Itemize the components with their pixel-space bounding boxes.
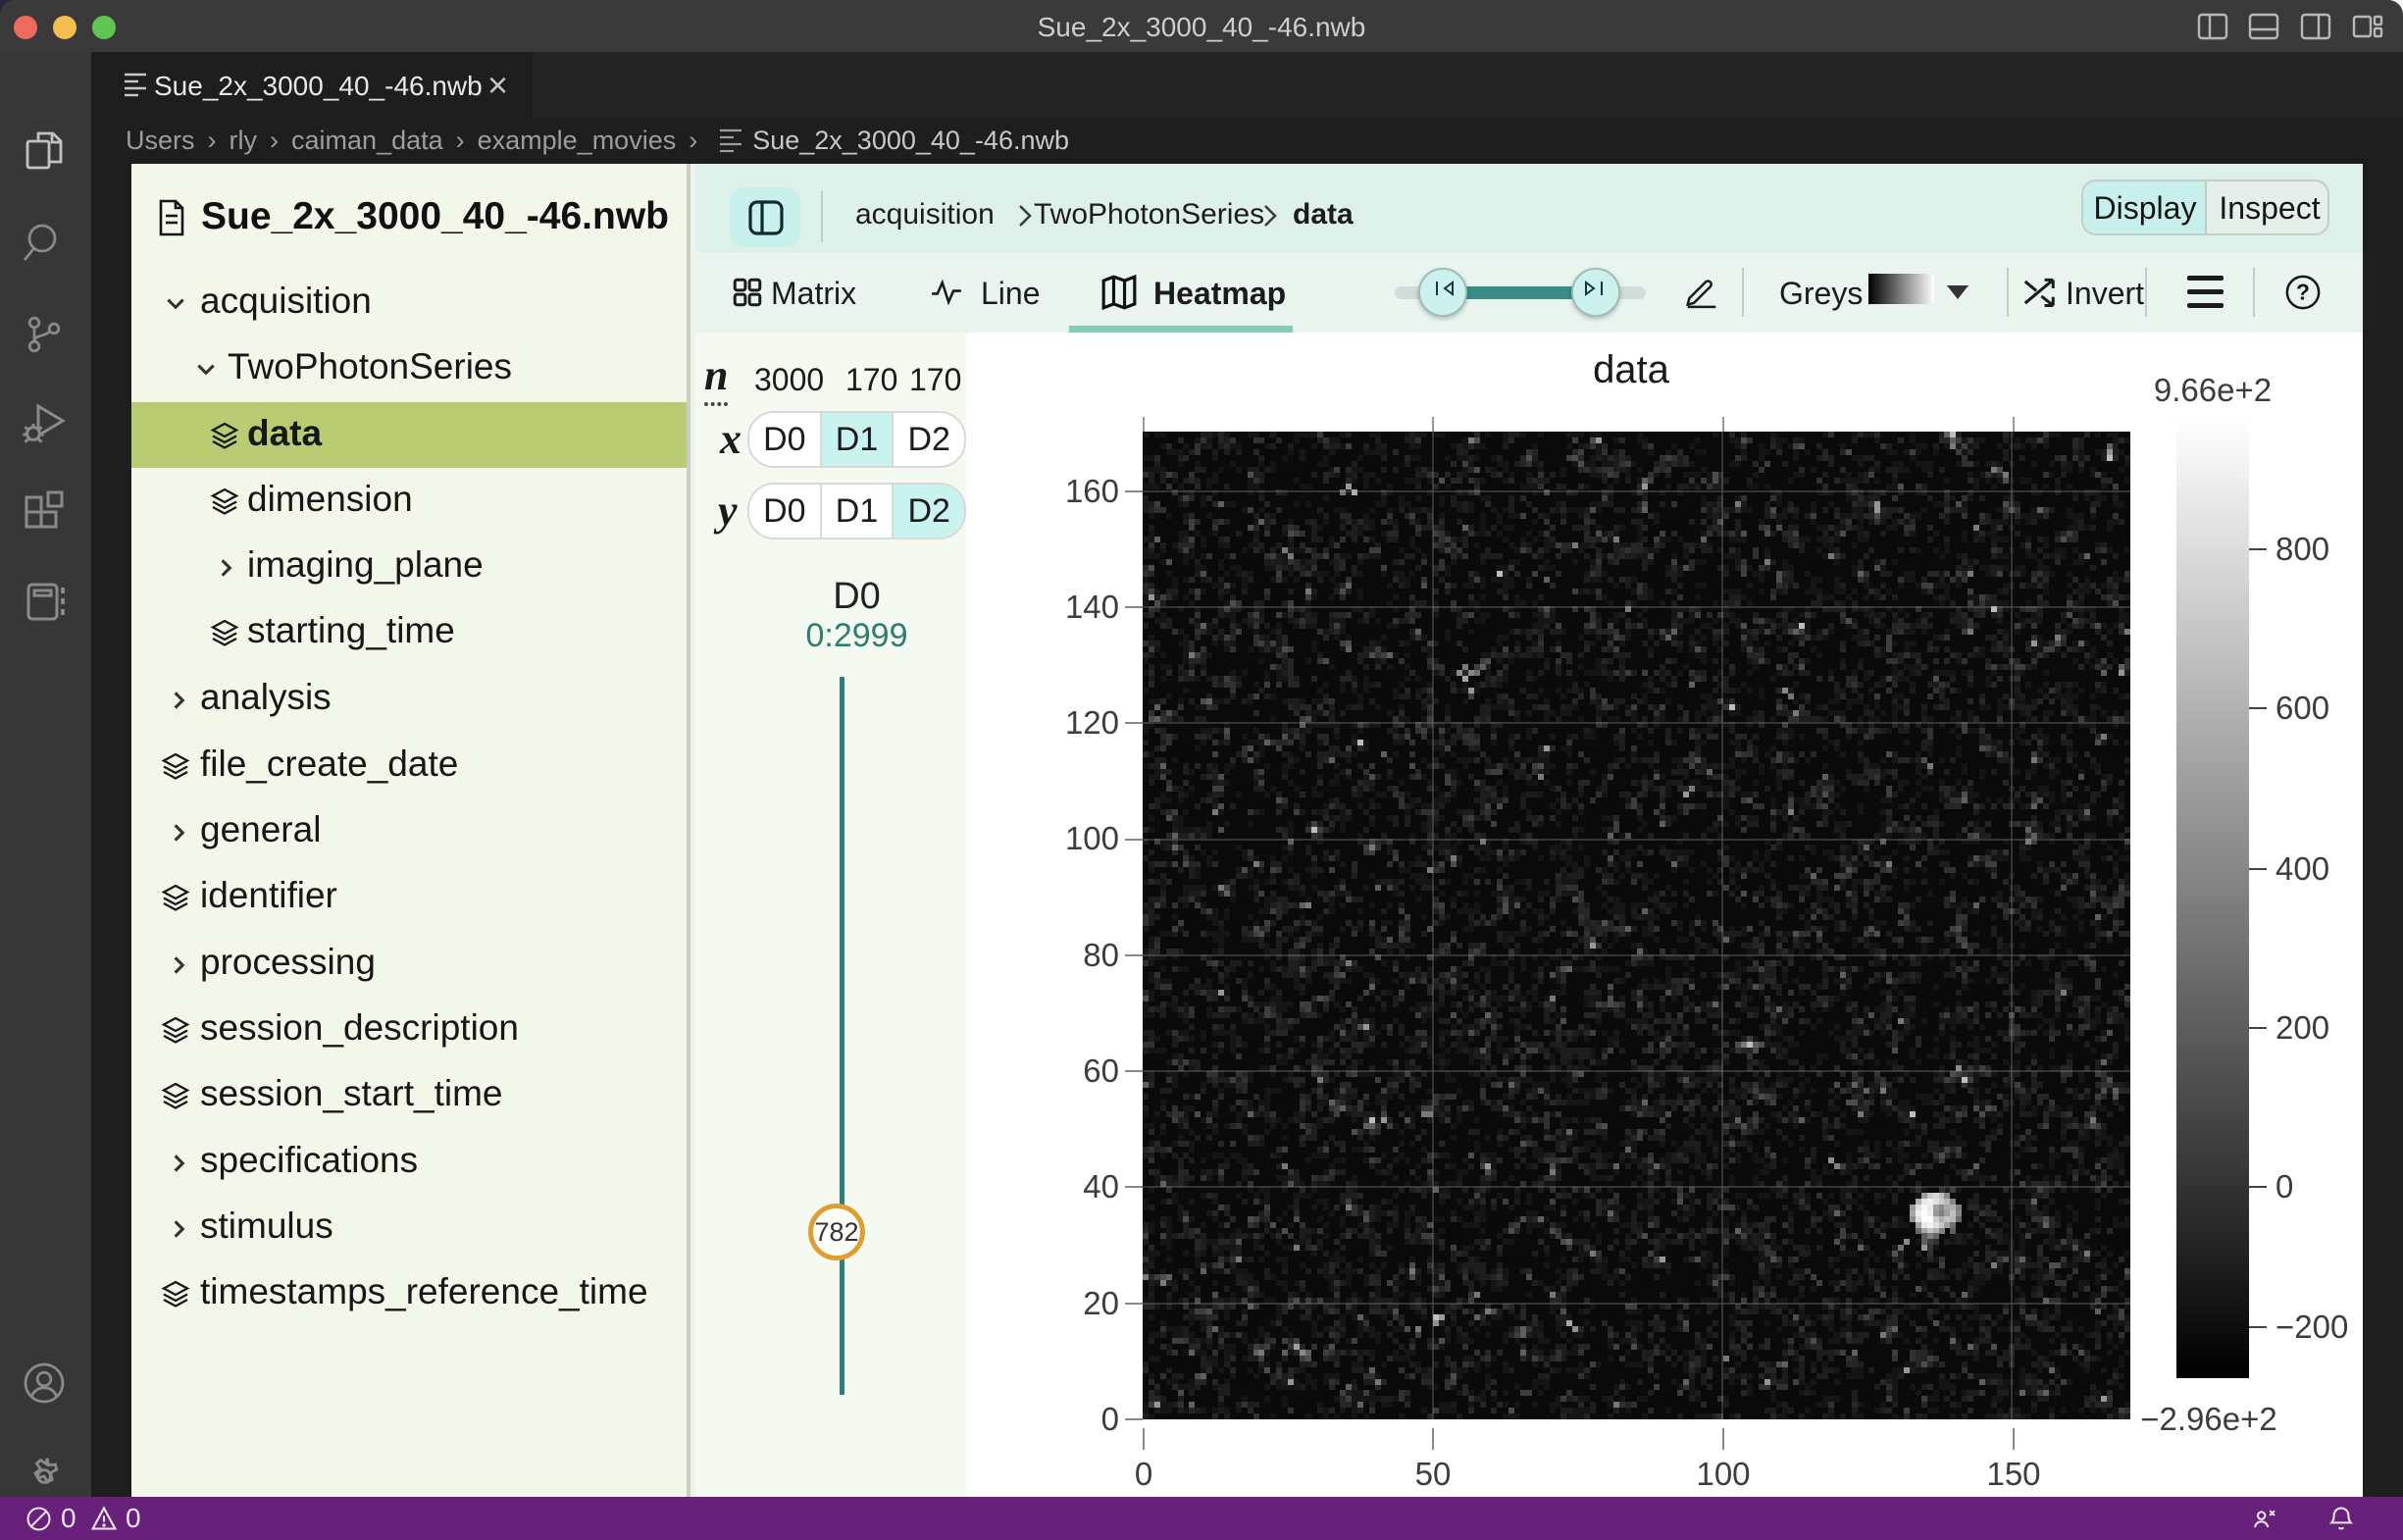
svg-text:?: ? bbox=[2296, 280, 2310, 305]
